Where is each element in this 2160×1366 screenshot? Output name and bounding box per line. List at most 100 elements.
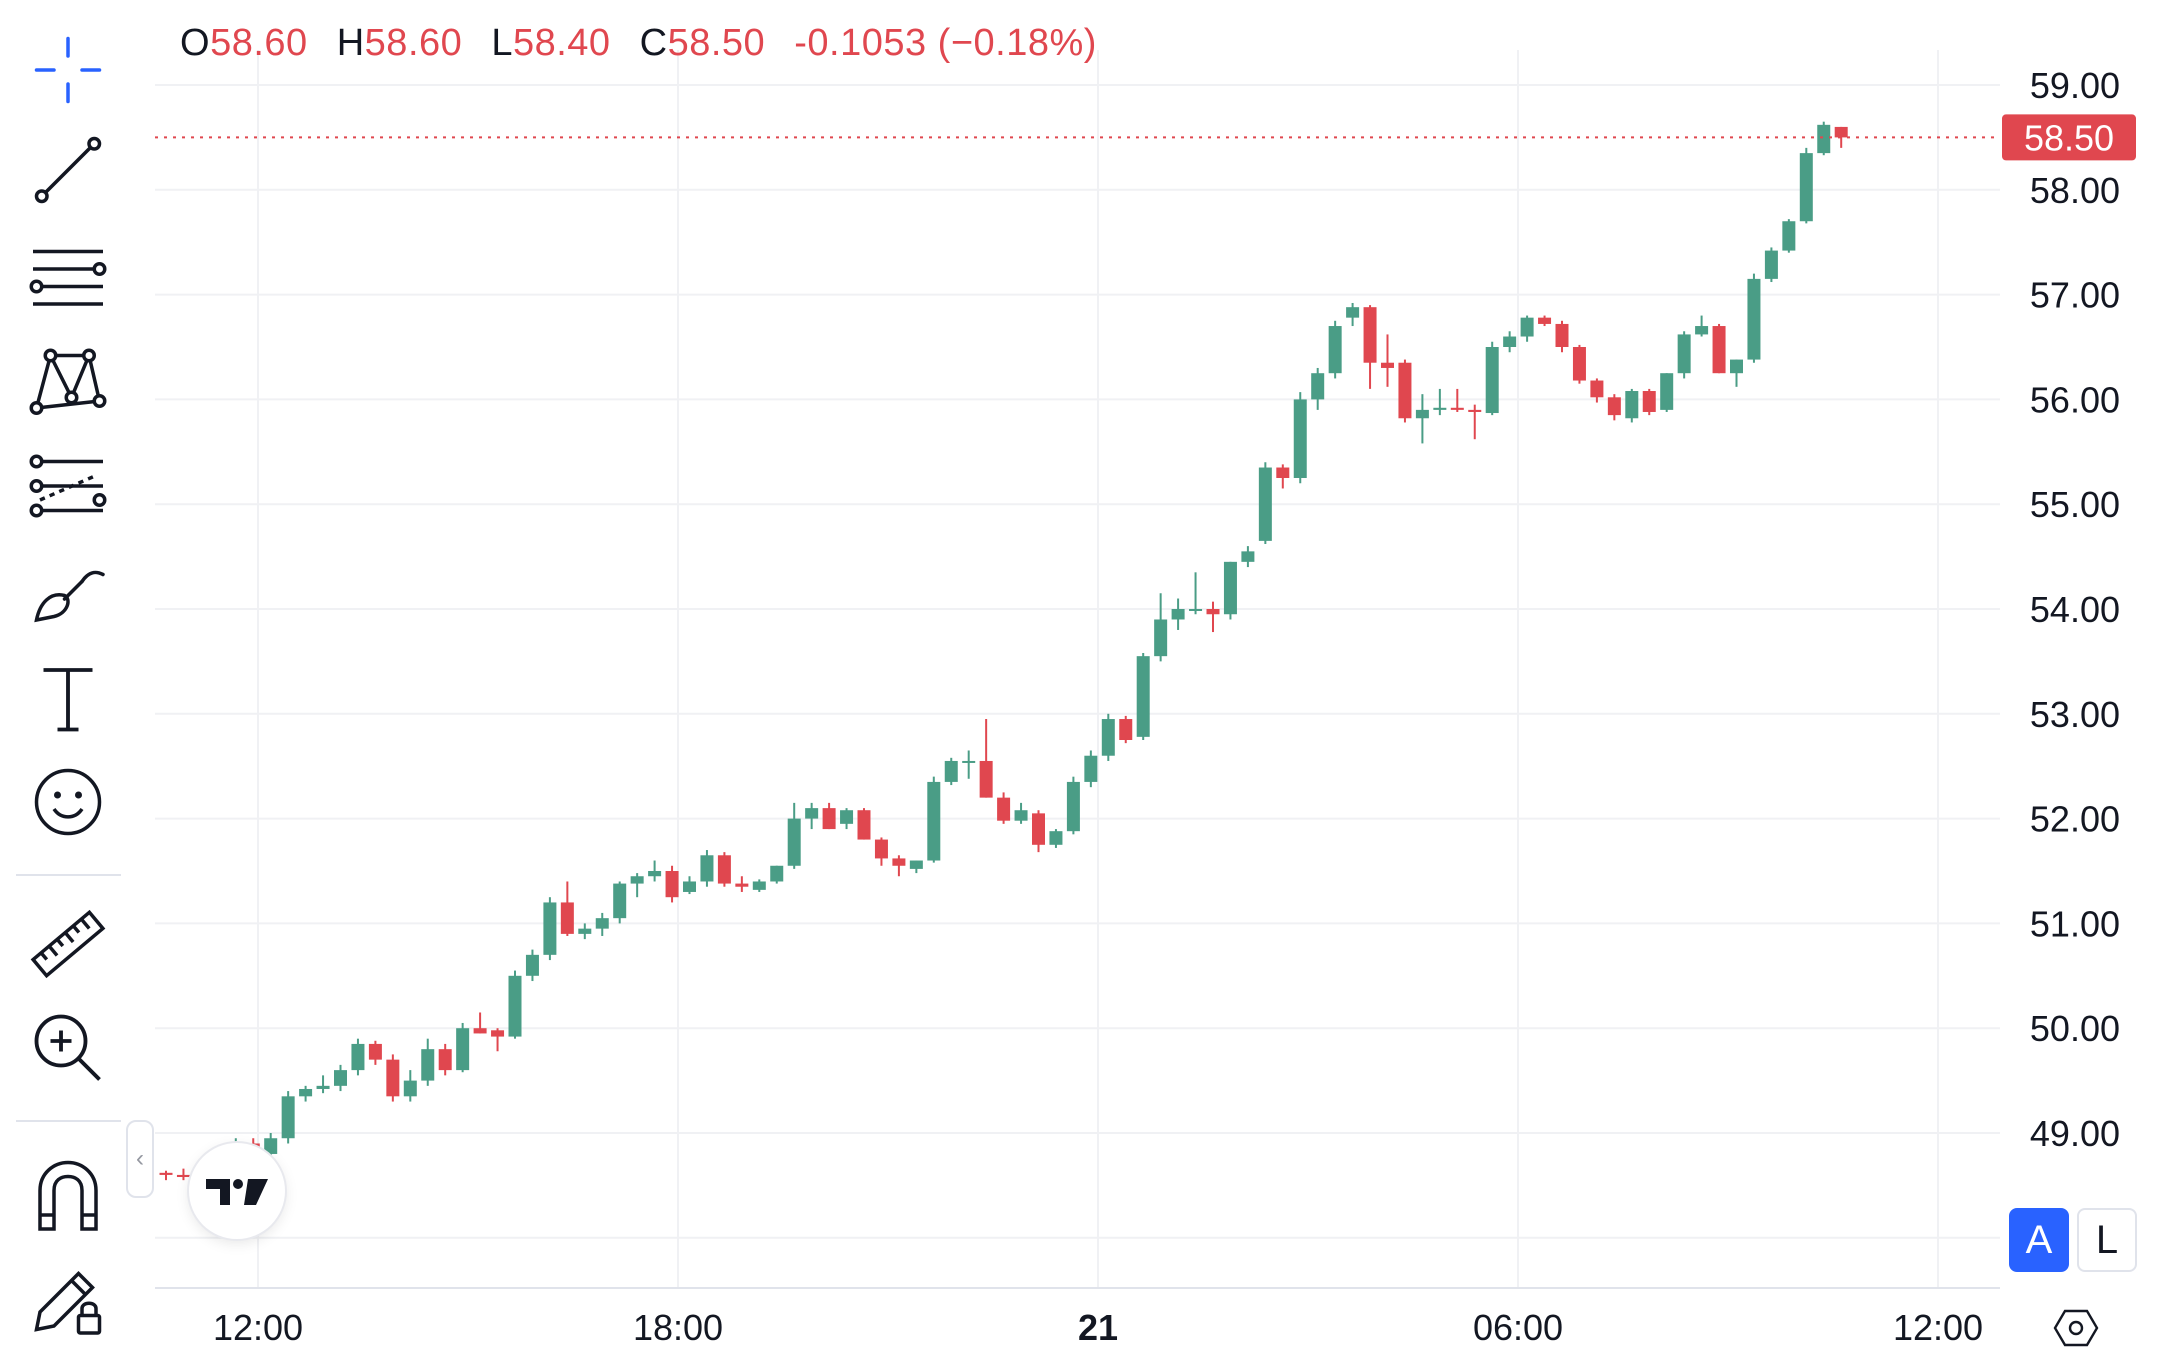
candle-body xyxy=(1049,831,1063,845)
brush-tool[interactable] xyxy=(20,544,116,640)
candle xyxy=(874,837,888,866)
candle-body xyxy=(1328,326,1342,374)
candle xyxy=(1782,219,1796,253)
candle xyxy=(787,802,801,869)
candle-body xyxy=(1695,326,1709,335)
candle-body xyxy=(456,1028,470,1071)
trend-line-tool[interactable] xyxy=(20,122,116,218)
candle-body xyxy=(1538,317,1552,324)
candle-body xyxy=(1066,781,1080,832)
collapse-toolbar-button[interactable]: ‹ xyxy=(126,1120,154,1198)
candle xyxy=(1049,829,1063,848)
candle-body xyxy=(316,1085,330,1089)
candle xyxy=(717,852,731,887)
candle-body xyxy=(752,881,766,890)
candle xyxy=(909,860,923,874)
candle-body xyxy=(735,883,749,887)
candle xyxy=(299,1085,313,1102)
candle-body xyxy=(1607,397,1621,416)
candle xyxy=(1503,331,1517,353)
candle-body xyxy=(717,855,731,884)
candle xyxy=(560,881,574,936)
emoji-tool[interactable] xyxy=(20,754,116,850)
candle-body xyxy=(351,1043,365,1071)
candle xyxy=(403,1070,417,1102)
x-tick-label: 18:00 xyxy=(633,1307,723,1348)
chart-area[interactable]: 49.00 50.00 51.00 52.00 53.00 54.00 55.00 56.00… xyxy=(0,0,2160,1366)
candle xyxy=(1293,392,1307,484)
candle xyxy=(1555,320,1569,353)
pattern-tool[interactable] xyxy=(20,332,116,428)
y-tick-label: 57.00 xyxy=(2030,275,2120,316)
candle xyxy=(1538,315,1552,327)
candle xyxy=(595,912,609,936)
emoji-icon xyxy=(34,768,102,836)
time-axis[interactable]: 12:00 18:00 21 06:00 12:00 xyxy=(213,1307,1983,1348)
chart-settings-button[interactable] xyxy=(2052,1304,2100,1352)
candle-body xyxy=(1572,347,1586,381)
candle xyxy=(1154,593,1168,662)
candle xyxy=(944,757,958,786)
low-value: 58.40 xyxy=(512,22,611,64)
candle xyxy=(927,776,941,863)
crosshair-tool[interactable] xyxy=(20,22,116,118)
projection-icon xyxy=(29,454,107,518)
candle xyxy=(1834,126,1848,148)
tradingview-logo[interactable] xyxy=(189,1143,285,1239)
candle xyxy=(1433,388,1447,416)
candle-body xyxy=(421,1049,435,1081)
y-tick-label: 49.00 xyxy=(2030,1113,2120,1154)
candle-body xyxy=(473,1028,487,1034)
horizontal-lines-tool[interactable] xyxy=(20,228,116,324)
text-tool[interactable] xyxy=(20,650,116,746)
candle-body xyxy=(1241,551,1255,562)
candle xyxy=(979,719,993,798)
candle-body xyxy=(1520,317,1534,337)
candle-body xyxy=(1381,362,1394,368)
lock-drawings-tool[interactable] xyxy=(20,1250,116,1346)
candle xyxy=(1084,750,1098,788)
projection-tool[interactable] xyxy=(20,438,116,534)
candle-body xyxy=(1677,334,1691,374)
candle xyxy=(159,1170,173,1181)
candle xyxy=(1468,404,1482,440)
y-tick-label: 50.00 xyxy=(2030,1008,2120,1049)
zoom-in-tool[interactable] xyxy=(20,1000,116,1096)
high-label: H xyxy=(336,22,365,64)
candle-body xyxy=(1363,307,1377,363)
price-axis[interactable]: 49.00 50.00 51.00 52.00 53.00 54.00 55.00 56.00… xyxy=(2030,65,2120,1154)
candlestick-series xyxy=(159,121,1848,1181)
candle xyxy=(1642,388,1656,416)
ruler-tool[interactable] xyxy=(20,896,116,992)
candle xyxy=(1799,147,1813,224)
candle xyxy=(1014,802,1028,824)
candle-body xyxy=(1346,307,1360,318)
candle-body xyxy=(1730,359,1743,374)
magnet-tool[interactable] xyxy=(20,1146,116,1242)
zoom-in-icon xyxy=(34,1014,101,1081)
candle-body xyxy=(281,1096,295,1139)
y-tick-label: 51.00 xyxy=(2030,903,2120,944)
candle-body xyxy=(1223,561,1237,615)
chevron-left-icon: ‹ xyxy=(136,1145,144,1172)
candle xyxy=(857,808,871,840)
text-icon xyxy=(43,668,93,732)
y-tick-label: 54.00 xyxy=(2030,589,2120,630)
log-scale-button[interactable]: L xyxy=(2077,1208,2137,1272)
candle xyxy=(962,750,976,779)
candle-body xyxy=(1503,336,1517,347)
candle-body xyxy=(997,797,1011,821)
candle xyxy=(1032,810,1045,853)
candle xyxy=(316,1075,330,1094)
toolbar-divider xyxy=(16,1120,121,1122)
toolbar-divider xyxy=(16,874,121,876)
candle xyxy=(1660,373,1674,412)
candle xyxy=(1485,341,1499,416)
candle xyxy=(1695,315,1709,337)
candle-body xyxy=(543,902,557,955)
candle xyxy=(805,802,819,830)
candle xyxy=(1241,546,1255,568)
candle-body xyxy=(909,860,923,869)
candle xyxy=(1346,302,1360,327)
auto-scale-button[interactable]: A xyxy=(2009,1208,2069,1272)
